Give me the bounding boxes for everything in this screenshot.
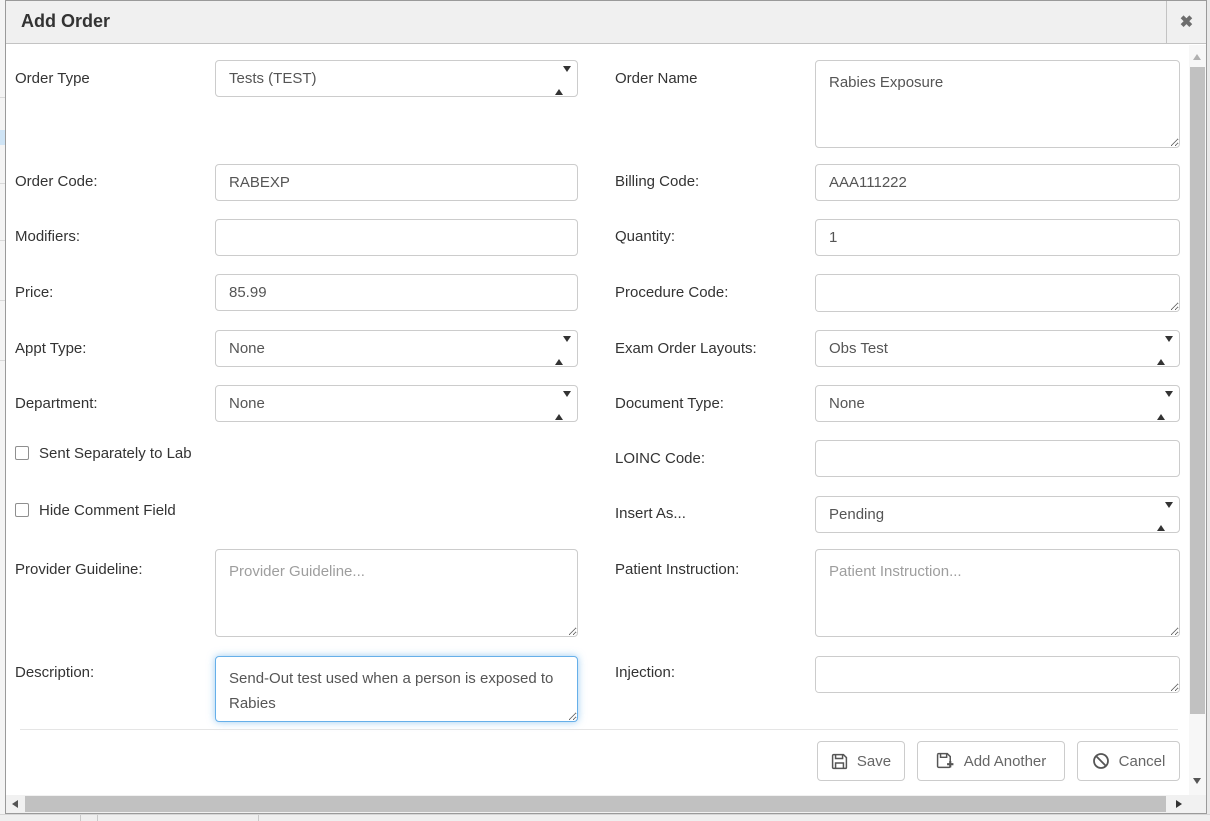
insert-as-label: Insert As...: [615, 505, 686, 522]
ban-circle-icon: [1092, 752, 1110, 770]
document-type-value: None: [829, 395, 865, 412]
provider-guideline-label: Provider Guideline:: [15, 561, 143, 578]
appt-type-select[interactable]: None: [215, 330, 578, 367]
horizontal-scrollbar[interactable]: [6, 795, 1189, 813]
price-input[interactable]: [215, 274, 578, 311]
description-textarea[interactable]: Send-Out test used when a person is expo…: [215, 656, 578, 722]
dialog-title: Add Order: [21, 11, 110, 32]
injection-textarea[interactable]: [815, 656, 1180, 693]
chevron-updown-icon: [555, 397, 564, 411]
scroll-up-arrow-icon[interactable]: [1193, 54, 1201, 60]
close-button[interactable]: ✖: [1166, 1, 1206, 44]
chevron-updown-icon: [555, 342, 564, 356]
price-label: Price:: [15, 284, 53, 301]
exam-order-layouts-value: Obs Test: [829, 340, 888, 357]
save-button[interactable]: Save: [817, 741, 905, 781]
order-name-label: Order Name: [615, 70, 698, 87]
floppy-disk-icon: [831, 753, 848, 770]
background-table-line: [97, 815, 98, 821]
sent-separately-to-lab-label: Sent Separately to Lab: [39, 445, 192, 462]
add-order-dialog: Add Order ✖ Order Type Tests (TEST) Orde…: [5, 0, 1207, 814]
footer-divider: [20, 729, 1178, 730]
add-another-button-label: Add Another: [964, 753, 1047, 770]
background-table-line: [80, 815, 81, 821]
quantity-label: Quantity:: [615, 228, 675, 245]
description-label: Description:: [15, 664, 94, 681]
screen: Add Order ✖ Order Type Tests (TEST) Orde…: [0, 0, 1210, 821]
scroll-right-arrow-icon[interactable]: [1176, 800, 1182, 808]
order-code-input[interactable]: [215, 164, 578, 201]
order-type-label: Order Type: [15, 70, 90, 87]
chevron-updown-icon: [1157, 397, 1166, 411]
billing-code-label: Billing Code:: [615, 173, 699, 190]
loinc-code-label: LOINC Code:: [615, 450, 705, 467]
appt-type-value: None: [229, 340, 265, 357]
add-another-button[interactable]: Add Another: [917, 741, 1065, 781]
background-page-bottom-sliver: [0, 814, 1210, 821]
patient-instruction-label: Patient Instruction:: [615, 561, 739, 578]
patient-instruction-textarea[interactable]: [815, 549, 1180, 637]
sent-separately-to-lab-checkbox[interactable]: [15, 446, 29, 460]
order-name-textarea[interactable]: Rabies Exposure: [815, 60, 1180, 148]
dialog-body: Order Type Tests (TEST) Order Name Rabie…: [6, 45, 1189, 795]
exam-order-layouts-select[interactable]: Obs Test: [815, 330, 1180, 367]
scroll-down-arrow-icon[interactable]: [1193, 778, 1201, 784]
exam-order-layouts-label: Exam Order Layouts:: [615, 340, 757, 357]
floppy-disk-plus-icon: [936, 752, 955, 770]
quantity-input[interactable]: [815, 219, 1180, 256]
order-type-select[interactable]: Tests (TEST): [215, 60, 578, 97]
provider-guideline-textarea[interactable]: [215, 549, 578, 637]
department-value: None: [229, 395, 265, 412]
background-table-line: [258, 815, 259, 821]
order-type-value: Tests (TEST): [229, 70, 317, 87]
modifiers-input[interactable]: [215, 219, 578, 256]
cancel-button[interactable]: Cancel: [1077, 741, 1180, 781]
procedure-code-textarea[interactable]: [815, 274, 1180, 312]
vertical-scrollbar-thumb[interactable]: [1190, 67, 1205, 714]
chevron-updown-icon: [555, 72, 564, 86]
hide-comment-field-label: Hide Comment Field: [39, 502, 176, 519]
vertical-scrollbar[interactable]: [1189, 45, 1206, 796]
scroll-left-arrow-icon[interactable]: [12, 800, 18, 808]
insert-as-value: Pending: [829, 506, 884, 523]
horizontal-scrollbar-thumb[interactable]: [25, 796, 1166, 812]
hide-comment-field-checkbox[interactable]: [15, 503, 29, 517]
chevron-updown-icon: [1157, 342, 1166, 356]
dialog-header: Add Order ✖: [6, 1, 1206, 44]
cancel-button-label: Cancel: [1119, 753, 1166, 770]
document-type-label: Document Type:: [615, 395, 724, 412]
injection-label: Injection:: [615, 664, 675, 681]
order-code-label: Order Code:: [15, 173, 98, 190]
insert-as-select[interactable]: Pending: [815, 496, 1180, 533]
department-select[interactable]: None: [215, 385, 578, 422]
document-type-select[interactable]: None: [815, 385, 1180, 422]
close-icon: ✖: [1180, 15, 1193, 31]
scrollbar-corner: [1189, 795, 1206, 813]
save-button-label: Save: [857, 753, 891, 770]
appt-type-label: Appt Type:: [15, 340, 86, 357]
loinc-code-input[interactable]: [815, 440, 1180, 477]
modifiers-label: Modifiers:: [15, 228, 80, 245]
billing-code-input[interactable]: [815, 164, 1180, 201]
chevron-updown-icon: [1157, 508, 1166, 522]
department-label: Department:: [15, 395, 98, 412]
procedure-code-label: Procedure Code:: [615, 284, 728, 301]
